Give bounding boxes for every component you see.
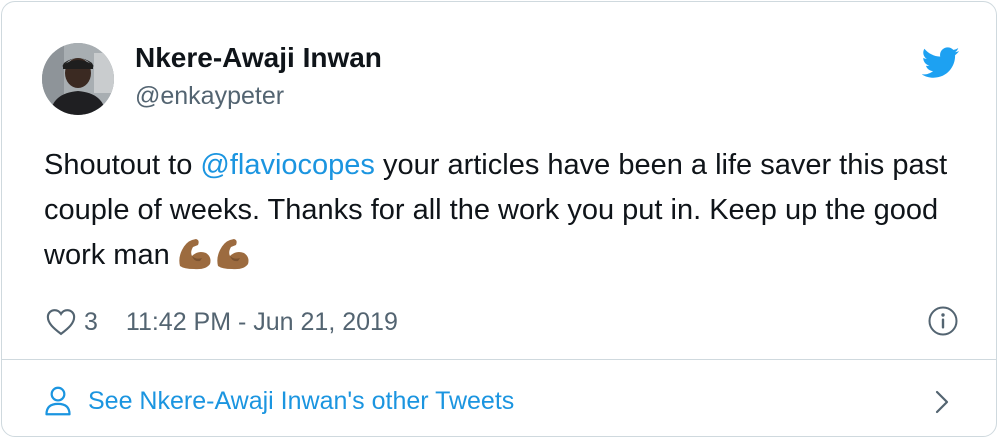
avatar[interactable] [42,43,114,115]
twitter-bird-icon[interactable] [922,47,960,79]
embedded-tweet-card: Nkere-Awaji Inwan @enkaypeter Shoutout t… [1,1,997,437]
chevron-right-icon[interactable] [931,388,953,416]
info-icon[interactable] [927,305,959,337]
tweet-meta: 3 11:42 PM - Jun 21, 2019 [46,304,398,340]
see-other-tweets-link[interactable]: See Nkere-Awaji Inwan's other Tweets [44,382,514,420]
tweet-timestamp[interactable]: 11:42 PM - Jun 21, 2019 [126,308,398,337]
person-icon [45,386,71,416]
author-name[interactable]: Nkere-Awaji Inwan [135,40,382,76]
avatar-photo [42,43,114,115]
flexed-biceps-emoji [176,236,252,286]
like-count[interactable]: 3 [84,308,98,337]
tweet-text-intro: Shoutout to [44,149,201,181]
mention-link[interactable]: @flaviocopes [200,149,375,181]
divider [2,359,996,360]
heart-icon[interactable] [46,308,76,336]
tweet-text: Shoutout to @flaviocopes your articles h… [44,143,964,286]
see-other-tweets-label: See Nkere-Awaji Inwan's other Tweets [88,386,515,415]
author-handle[interactable]: @enkaypeter [135,80,284,112]
